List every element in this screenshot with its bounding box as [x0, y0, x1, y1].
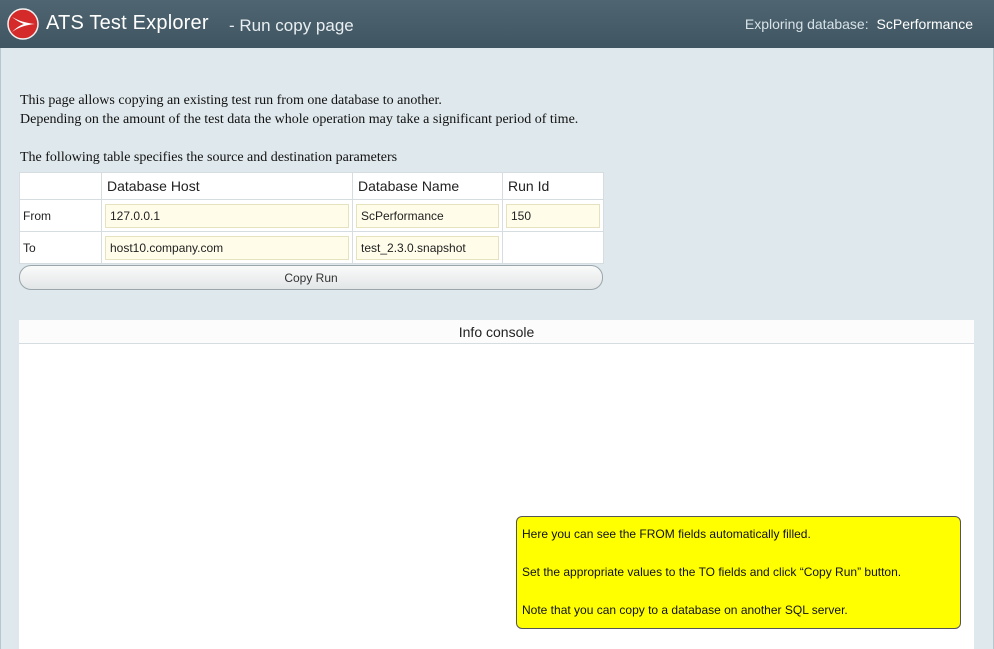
row-label-to: To — [19, 231, 102, 264]
header-run-id: Run Id — [502, 172, 604, 200]
cell-to-host — [101, 231, 353, 264]
header-database-host: Database Host — [101, 172, 353, 200]
description-line-1: This page allows copying an existing tes… — [20, 93, 442, 108]
table-header-row: Database Host Database Name Run Id — [19, 172, 604, 200]
table-row-to: To — [19, 231, 604, 264]
database-name: ScPerformance — [876, 16, 973, 32]
from-run-id-input[interactable] — [506, 203, 600, 228]
main-content: This page allows copying an existing tes… — [0, 48, 994, 649]
info-console-title: Info console — [19, 320, 974, 344]
tooltip-line-2: Set the appropriate values to the TO fie… — [522, 565, 902, 579]
tooltip-line-1: Here you can see the FROM fields automat… — [522, 527, 811, 541]
copy-run-button[interactable]: Copy Run — [19, 265, 603, 290]
app-title: ATS Test Explorer — [46, 12, 209, 34]
cell-from-name — [352, 199, 503, 232]
row-label-from: From — [19, 199, 102, 232]
description-line-2: Depending on the amount of the test data… — [20, 112, 579, 127]
cell-to-name — [352, 231, 503, 264]
page-description: This page allows copying an existing tes… — [20, 91, 578, 129]
copy-parameters-table: Database Host Database Name Run Id From … — [19, 172, 604, 264]
app-header: ATS Test Explorer - Run copy page Explor… — [0, 0, 994, 48]
cell-from-host — [101, 199, 353, 232]
cell-to-run-id-empty — [502, 231, 604, 264]
ats-logo-icon[interactable] — [7, 8, 39, 40]
from-host-input[interactable] — [105, 203, 349, 228]
from-db-name-input[interactable] — [356, 203, 499, 228]
table-caption: The following table specifies the source… — [20, 150, 398, 165]
header-database-name: Database Name — [352, 172, 503, 200]
table-row-from: From — [19, 199, 604, 232]
to-db-name-input[interactable] — [356, 235, 499, 260]
help-tooltip: Here you can see the FROM fields automat… — [516, 516, 961, 629]
database-label: Exploring database: — [744, 16, 869, 32]
database-indicator: Exploring database: ScPerformance — [745, 16, 973, 32]
cell-from-run-id — [502, 199, 604, 232]
page-subtitle: - Run copy page — [229, 16, 354, 35]
tooltip-line-3: Note that you can copy to a database on … — [522, 603, 848, 617]
info-console: Info console Here you can see the FROM f… — [19, 320, 974, 649]
to-host-input[interactable] — [105, 235, 349, 260]
header-empty — [19, 172, 102, 200]
